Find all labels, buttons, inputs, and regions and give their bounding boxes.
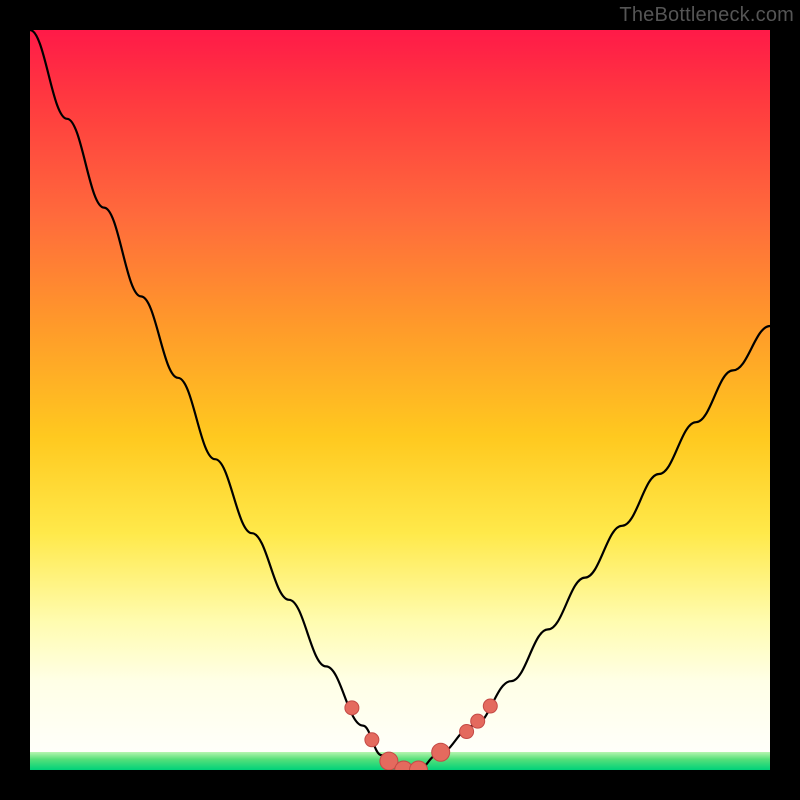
curve-dot — [345, 701, 359, 715]
chart-stage: TheBottleneck.com — [0, 0, 800, 800]
bottom-strip — [30, 752, 770, 770]
curve-dot — [471, 714, 485, 728]
curve-dot — [365, 733, 379, 747]
bottleneck-curve — [30, 30, 770, 770]
curve-layer — [30, 30, 770, 770]
curve-dot — [483, 699, 497, 713]
curve-dot — [460, 725, 474, 739]
plot-area — [30, 30, 770, 770]
watermark-text: TheBottleneck.com — [619, 4, 794, 27]
